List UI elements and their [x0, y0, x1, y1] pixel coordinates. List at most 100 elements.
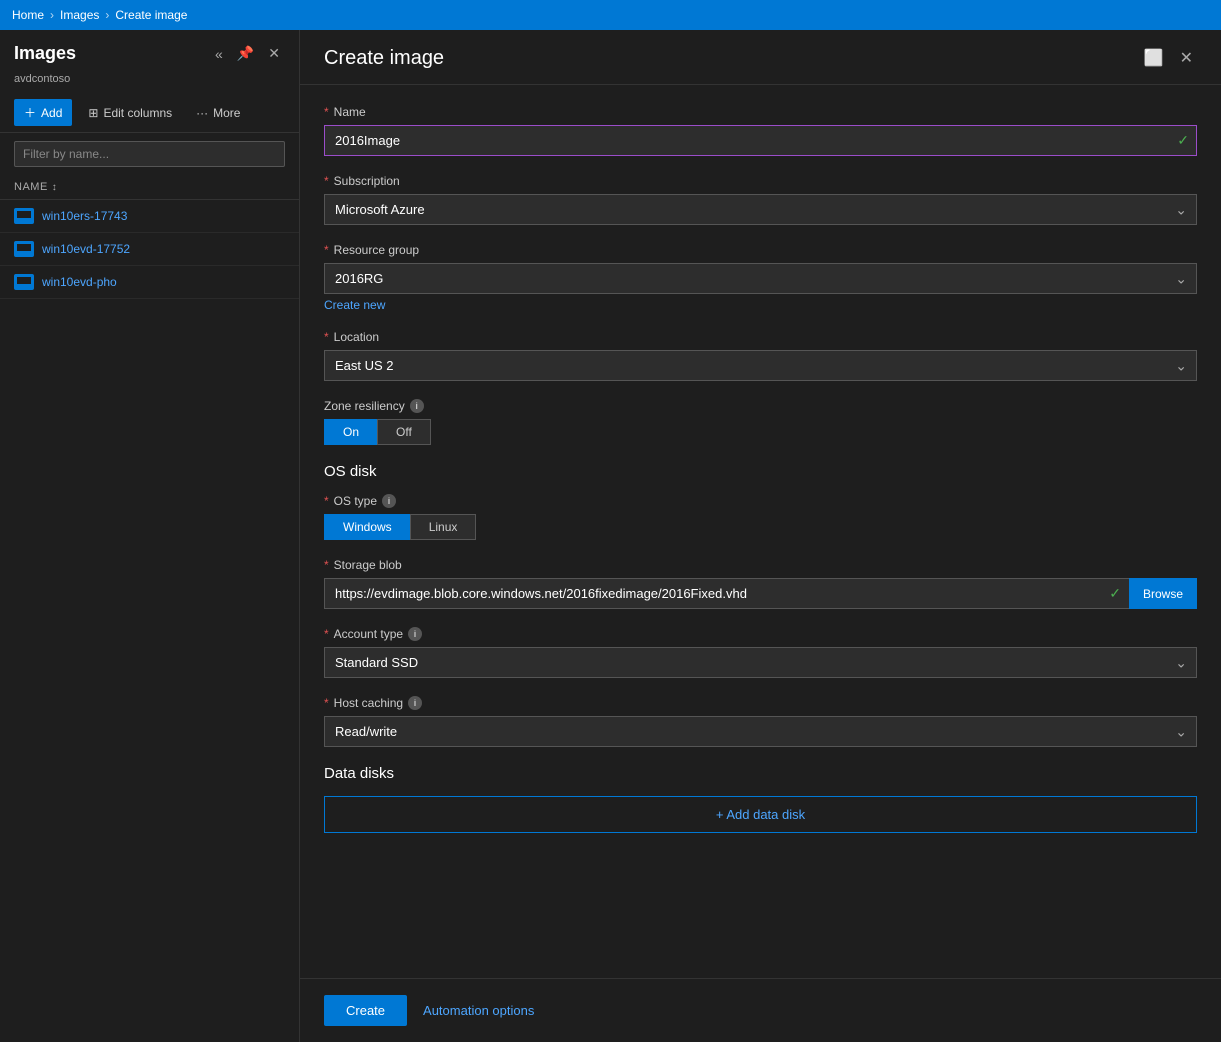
subscription-select[interactable]: Microsoft Azure	[324, 194, 1197, 225]
zone-resiliency-label-text: Zone resiliency	[324, 399, 405, 413]
host-caching-info-icon[interactable]: i	[408, 696, 422, 710]
breadcrumb-images[interactable]: Images	[60, 8, 99, 22]
os-linux-button[interactable]: Linux	[410, 514, 477, 540]
filter-input[interactable]	[14, 141, 285, 167]
sidebar-title-row: Images	[14, 43, 76, 64]
sidebar-title: Images	[14, 43, 76, 64]
add-button[interactable]: ＋ Add	[14, 99, 72, 126]
sidebar-filter	[0, 133, 299, 175]
sort-icon[interactable]: ↕	[52, 182, 58, 193]
sidebar: Images « 📌 ✕ avdcontoso ＋ Add ⊞ Edit col…	[0, 30, 300, 1042]
data-disks-title: Data disks	[324, 765, 1197, 782]
list-item[interactable]: win10evd-17752	[0, 233, 299, 266]
name-valid-icon: ✓	[1177, 132, 1189, 149]
os-type-required-star: *	[324, 494, 329, 508]
storage-blob-required-star: *	[324, 558, 329, 572]
list-item[interactable]: win10evd-pho	[0, 266, 299, 299]
sep-2: ›	[105, 8, 109, 22]
account-type-info-icon[interactable]: i	[408, 627, 422, 641]
storage-blob-form-group: * Storage blob ✓ Browse	[324, 558, 1197, 609]
more-icon: ···	[196, 106, 208, 120]
name-form-group: * Name ✓	[324, 105, 1197, 156]
os-disk-section: OS disk * OS type i Windows Linux	[324, 463, 1197, 747]
zone-on-button[interactable]: On	[324, 419, 377, 445]
sidebar-col-header: NAME ↕	[0, 175, 299, 200]
columns-icon: ⊞	[88, 106, 98, 120]
maximize-panel-button[interactable]: ⬜	[1140, 44, 1168, 72]
vm-icon	[14, 208, 34, 224]
location-label: * Location	[324, 330, 1197, 344]
resource-group-label: * Resource group	[324, 243, 1197, 257]
create-button[interactable]: Create	[324, 995, 407, 1026]
host-caching-select[interactable]: Read/write	[324, 716, 1197, 747]
rg-required-star: *	[324, 243, 329, 257]
name-input-wrapper: ✓	[324, 125, 1197, 156]
edit-columns-button[interactable]: ⊞ Edit columns	[80, 101, 180, 125]
col-name-label: NAME	[14, 181, 48, 193]
vm-icon	[14, 241, 34, 257]
topbar: Home › Images › Create image	[0, 0, 1221, 30]
location-select[interactable]: East US 2	[324, 350, 1197, 381]
name-required-star: *	[324, 105, 329, 119]
pin-sidebar-button[interactable]: 📌	[232, 42, 259, 65]
storage-blob-valid-icon: ✓	[1109, 585, 1121, 602]
account-type-form-group: * Account type i Standard SSD	[324, 627, 1197, 678]
host-caching-form-group: * Host caching i Read/write	[324, 696, 1197, 747]
account-type-required-star: *	[324, 627, 329, 641]
account-type-select-wrapper: Standard SSD	[324, 647, 1197, 678]
resource-group-select[interactable]: 2016RG	[324, 263, 1197, 294]
collapse-sidebar-button[interactable]: «	[210, 43, 228, 65]
host-caching-required-star: *	[324, 696, 329, 710]
panel-header-controls: ⬜ ✕	[1140, 44, 1197, 72]
create-new-link[interactable]: Create new	[324, 298, 385, 312]
location-form-group: * Location East US 2	[324, 330, 1197, 381]
sidebar-subtitle: avdcontoso	[0, 73, 299, 93]
list-item[interactable]: win10ers-17743	[0, 200, 299, 233]
name-label-text: Name	[334, 105, 366, 119]
storage-blob-input-wrapper: ✓	[324, 578, 1129, 609]
subscription-select-wrapper: Microsoft Azure	[324, 194, 1197, 225]
create-image-panel: Create image ⬜ ✕ * Name ✓	[300, 30, 1221, 1042]
os-type-toggle-group: Windows Linux	[324, 514, 1197, 540]
zone-resiliency-label: Zone resiliency i	[324, 399, 1197, 413]
main-layout: Images « 📌 ✕ avdcontoso ＋ Add ⊞ Edit col…	[0, 30, 1221, 1042]
resource-group-label-text: Resource group	[334, 243, 419, 257]
zone-resiliency-info-icon[interactable]: i	[410, 399, 424, 413]
os-type-info-icon[interactable]: i	[382, 494, 396, 508]
resource-group-select-wrapper: 2016RG	[324, 263, 1197, 294]
zone-resiliency-form-group: Zone resiliency i On Off	[324, 399, 1197, 445]
more-button[interactable]: ··· More	[188, 101, 248, 125]
sidebar-list: win10ers-17743 win10evd-17752 win10evd-p…	[0, 200, 299, 1042]
os-disk-title: OS disk	[324, 463, 1197, 480]
sep-1: ›	[50, 8, 54, 22]
breadcrumb-home[interactable]: Home	[12, 8, 44, 22]
os-windows-button[interactable]: Windows	[324, 514, 410, 540]
name-input[interactable]	[324, 125, 1197, 156]
browse-button[interactable]: Browse	[1129, 578, 1197, 609]
location-required-star: *	[324, 330, 329, 344]
automation-options-button[interactable]: Automation options	[423, 1003, 534, 1018]
os-type-label-text: OS type	[334, 494, 377, 508]
close-panel-button[interactable]: ✕	[1176, 44, 1197, 72]
item-name: win10evd-pho	[42, 275, 117, 289]
more-label: More	[213, 106, 240, 120]
zone-off-button[interactable]: Off	[377, 419, 431, 445]
sidebar-controls: « 📌 ✕	[210, 42, 285, 65]
host-caching-select-wrapper: Read/write	[324, 716, 1197, 747]
account-type-select[interactable]: Standard SSD	[324, 647, 1197, 678]
add-label: Add	[41, 106, 62, 120]
close-sidebar-button[interactable]: ✕	[263, 42, 285, 65]
panel-title: Create image	[324, 47, 444, 70]
panel-body: * Name ✓ * Subscription Microsoft Azure	[300, 85, 1221, 978]
edit-columns-label: Edit columns	[103, 106, 172, 120]
location-label-text: Location	[334, 330, 379, 344]
host-caching-label-text: Host caching	[334, 696, 403, 710]
storage-blob-input[interactable]	[324, 578, 1129, 609]
zone-toggle-group: On Off	[324, 419, 1197, 445]
subscription-required-star: *	[324, 174, 329, 188]
data-disks-section: Data disks + Add data disk	[324, 765, 1197, 833]
add-data-disk-button[interactable]: + Add data disk	[324, 796, 1197, 833]
account-type-label-text: Account type	[334, 627, 403, 641]
panel-footer: Create Automation options	[300, 978, 1221, 1042]
add-icon: ＋	[24, 104, 36, 121]
